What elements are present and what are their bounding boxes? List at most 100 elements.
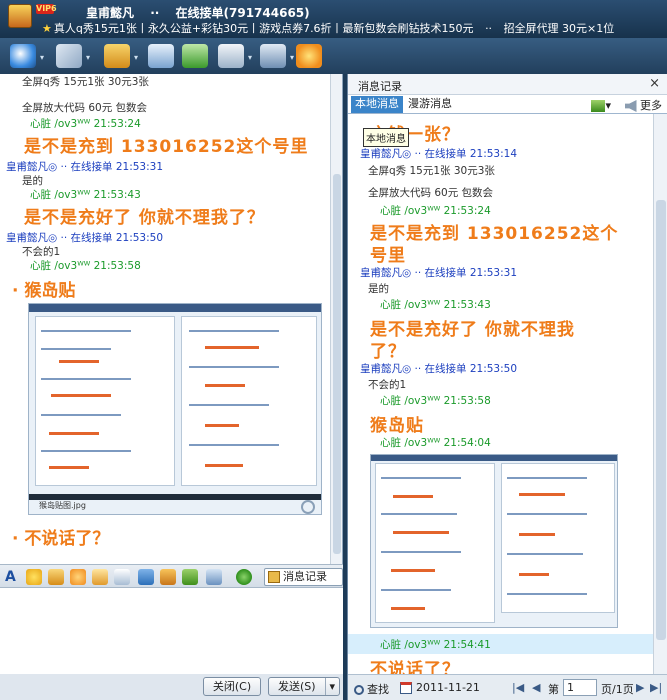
star-icon: ★ xyxy=(42,22,52,35)
history-line: 是的 xyxy=(368,283,389,295)
scrollbar-thumb[interactable] xyxy=(656,200,666,640)
history-line: 是不是充到 133016252这个 xyxy=(370,224,619,244)
doodle-icon[interactable] xyxy=(92,569,108,585)
prev-page-icon[interactable]: ◀ xyxy=(532,681,540,694)
send-bar: 关闭(C) 发送(S) ▾ xyxy=(0,674,343,700)
chat-line: 皇甫懿凡◎ ·· 在线接单 21:53:50 xyxy=(6,232,164,244)
chat-line: 不会的1 xyxy=(22,246,61,258)
settings-icon[interactable]: ▾ xyxy=(260,44,294,68)
title-bar: VIP6 皇甫懿凡 ·· 在线接单(791744665) ★ 真人q秀15元1张丨… xyxy=(0,0,667,38)
history-line: 号里 xyxy=(370,246,406,266)
message-history-panel: 消息记录 × 本地消息 漫游消息 ▾ 更多 本地消息 充钱一张？ 皇甫懿凡◎ ·… xyxy=(347,74,667,700)
page-suffix: 页/1页 xyxy=(601,683,634,696)
history-line: 猴岛贴 xyxy=(370,416,424,436)
more-button[interactable]: 更多 xyxy=(640,99,662,112)
history-footer: 查找 2011-11-21 |◀ ◀ 第 1 页/1页 ▶ ▶| xyxy=(348,674,667,700)
chat-line: 全屏放大代码 60元 包数会 xyxy=(22,102,148,114)
scrollbar-thumb[interactable] xyxy=(333,174,341,554)
history-line: 不说话了？ xyxy=(370,660,460,674)
font-icon[interactable]: A xyxy=(5,569,21,585)
history-message-list[interactable]: 充钱一张？ 皇甫懿凡◎ ·· 在线接单 21:53:14 全屏q秀 15元1张 … xyxy=(348,114,667,674)
history-header: 消息记录 × xyxy=(348,74,667,95)
app-icon[interactable] xyxy=(148,44,174,68)
message-input[interactable] xyxy=(0,588,343,674)
gift-icon[interactable] xyxy=(182,569,198,585)
history-line: 全屏q秀 15元1张 30元3张 xyxy=(368,165,495,177)
title-separator: ·· xyxy=(150,6,160,20)
chat-line: 心脏 /ov3ᵂᵂ 21:53:24 xyxy=(30,118,141,130)
picture-icon[interactable] xyxy=(138,569,154,585)
format-toolbar: A 消息记录 ▾ xyxy=(0,564,343,599)
history-line: 心脏 /ov3ᵂᵂ 21:53:58 xyxy=(380,395,491,407)
add-group-icon[interactable] xyxy=(182,44,208,68)
page-prefix: 第 xyxy=(548,683,559,696)
message-history-button[interactable]: 消息记录 ▾ xyxy=(264,568,343,599)
embedded-screenshot-image[interactable]: 猴岛贴图.jpg xyxy=(28,303,322,515)
history-line: 皇甫懿凡◎ ·· 在线接单 21:53:50 xyxy=(360,363,518,375)
send-file-icon[interactable]: ▾ xyxy=(104,44,138,68)
image-caption: 猴岛贴图.jpg xyxy=(39,501,86,510)
send-button[interactable]: 发送(S) ▾ xyxy=(268,677,340,696)
close-button[interactable]: 关闭(C) xyxy=(203,677,261,696)
chat-line: 是不是充到 133016252这个号里 xyxy=(24,137,309,157)
history-scrollbar[interactable] xyxy=(653,114,667,674)
video-call-icon[interactable]: ▾ xyxy=(10,44,44,68)
date-picker[interactable]: 2011-11-21 xyxy=(400,681,480,694)
page-input[interactable]: 1 xyxy=(563,679,597,696)
tab-local-messages[interactable]: 本地消息 xyxy=(351,96,403,113)
tooltip: 本地消息 xyxy=(363,128,409,147)
chat-line: 是的 xyxy=(22,175,43,187)
sticker-icon[interactable] xyxy=(114,569,130,585)
chat-line: 全屏q秀 15元1张 30元3张 xyxy=(22,76,149,88)
signature-separator: ·· xyxy=(485,22,493,35)
search-label: 查找 xyxy=(367,683,389,696)
history-line: 皇甫懿凡◎ ·· 在线接单 21:53:14 xyxy=(360,148,518,160)
close-icon[interactable]: × xyxy=(649,76,660,91)
voice-call-icon[interactable]: ▾ xyxy=(56,44,90,68)
contact-status: 在线接单(791744665) xyxy=(175,6,310,20)
history-tools: ▾ 更多 xyxy=(591,97,662,113)
date-value: 2011-11-21 xyxy=(416,681,480,694)
history-line: 心脏 /ov3ᵂᵂ 21:54:04 xyxy=(380,437,491,449)
chat-line: 心脏 /ov3ᵂᵂ 21:53:58 xyxy=(30,260,141,272)
shake-icon[interactable] xyxy=(70,569,86,585)
embedded-screenshot-image[interactable] xyxy=(370,454,618,628)
chat-line: 皇甫懿凡◎ ·· 在线接单 21:53:31 xyxy=(6,161,164,173)
chat-history-pane[interactable]: 全屏q秀 15元1张 30元3张 全屏放大代码 60元 包数会 心脏 /ov3ᵂ… xyxy=(0,74,343,564)
signature-text: 真人q秀15元1张丨永久公益+彩钻30元丨游戏点券7.6折丨最新包数会刷钻技术1… xyxy=(53,22,474,35)
next-page-icon[interactable]: ▶ xyxy=(636,681,644,694)
history-label: 消息记录 xyxy=(283,570,327,583)
emoji-icon[interactable] xyxy=(26,569,42,585)
history-line: 皇甫懿凡◎ ·· 在线接单 21:53:31 xyxy=(360,267,518,279)
history-icon xyxy=(268,571,280,583)
chat-line: 是不是充好了 你就不理我了？ xyxy=(24,208,265,228)
vip-badge: VIP6 xyxy=(36,4,57,14)
chat-line: 心脏 /ov3ᵂᵂ 21:53:43 xyxy=(30,189,141,201)
history-line: 心脏 /ov3ᵂᵂ 21:54:41 xyxy=(380,639,491,651)
music-icon[interactable] xyxy=(160,569,176,585)
speaker-icon[interactable] xyxy=(624,100,637,112)
chat-line: · 不说话了？ xyxy=(12,529,110,549)
first-page-icon[interactable]: |◀ xyxy=(512,681,524,694)
last-page-icon[interactable]: ▶| xyxy=(650,681,662,694)
qzone-icon[interactable] xyxy=(296,44,322,68)
history-line: 心脏 /ov3ᵂᵂ 21:53:43 xyxy=(380,299,491,311)
screenshot-icon[interactable] xyxy=(206,569,222,585)
zoom-icon[interactable] xyxy=(301,500,315,514)
chat-scrollbar[interactable] xyxy=(330,74,342,564)
search-button[interactable]: 查找 xyxy=(354,681,389,697)
remote-assist-icon[interactable]: ▾ xyxy=(218,44,252,68)
history-line: 全屏放大代码 60元 包数会 xyxy=(368,187,494,199)
magic-face-icon[interactable] xyxy=(48,569,64,585)
calendar-icon xyxy=(400,682,412,694)
history-line: 了？ xyxy=(370,342,406,362)
tab-roaming-messages[interactable]: 漫游消息 xyxy=(404,96,456,113)
contact-name: 皇甫懿凡 xyxy=(86,6,135,20)
soso-icon[interactable] xyxy=(236,569,252,585)
view-mode-icon[interactable] xyxy=(591,100,606,112)
history-line: 心脏 /ov3ᵂᵂ 21:53:24 xyxy=(380,205,491,217)
history-tabs: 本地消息 漫游消息 ▾ 更多 xyxy=(348,95,667,114)
user-avatar[interactable] xyxy=(8,4,32,28)
send-options-arrow[interactable]: ▾ xyxy=(325,678,335,695)
history-line: 不会的1 xyxy=(368,379,407,391)
